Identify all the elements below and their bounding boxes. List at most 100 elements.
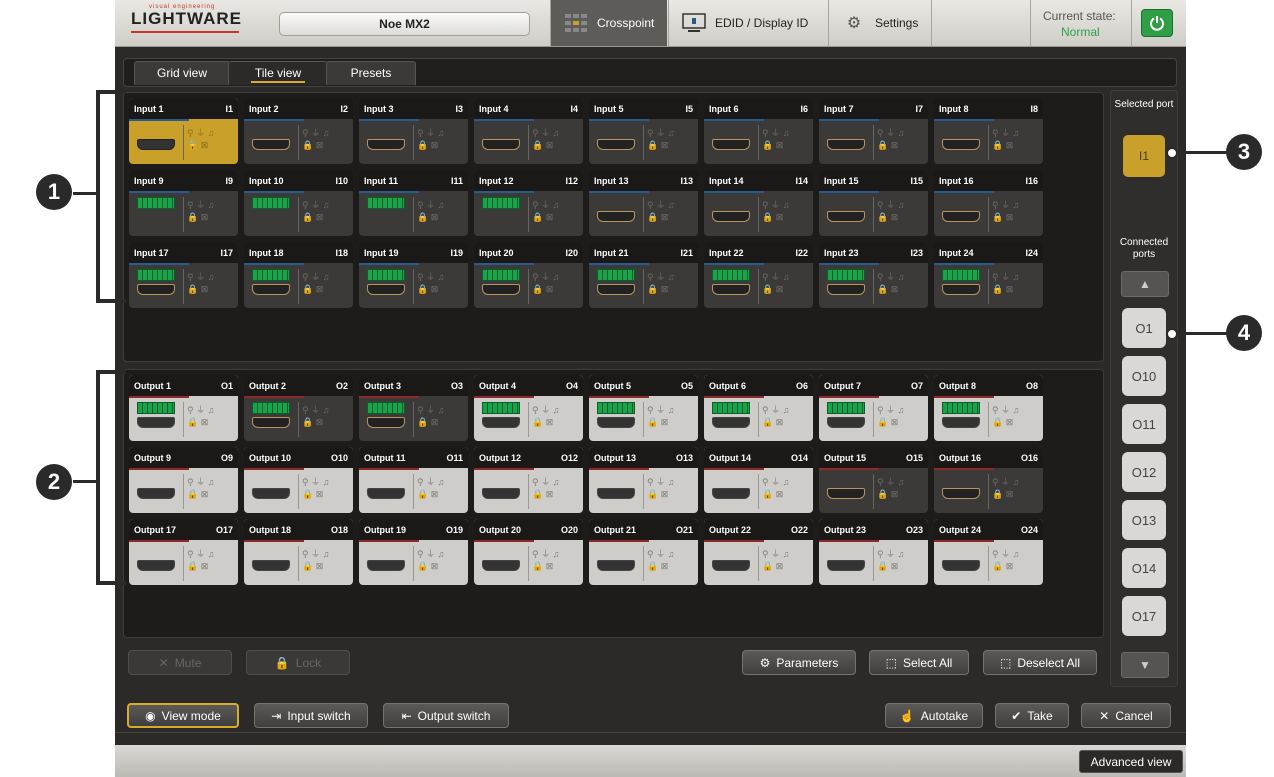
inputs-tile-i2[interactable]: Input 2 I2 ⚲ ⏚ ♫ 🔒 ⊠ xyxy=(244,98,353,164)
view-mode-button[interactable]: ◉ View mode xyxy=(127,703,239,728)
hdmi-connector-icon xyxy=(942,488,980,499)
cancel-button[interactable]: ✕ Cancel xyxy=(1081,703,1171,728)
input-switch-button[interactable]: ⇥ Input switch xyxy=(254,703,368,728)
inputs-tile-i23[interactable]: Input 23 I23 ⚲ ⏚ ♫ 🔒 ⊠ xyxy=(819,242,928,308)
signal-icon: ⚲ xyxy=(647,549,654,559)
port-id: I5 xyxy=(685,103,693,114)
outputs-tile-o9[interactable]: Output 9 O9 ⚲ ⏚ ♫ 🔒 ⊠ xyxy=(129,447,238,513)
outputs-tile-o10[interactable]: Output 10 O10 ⚲ ⏚ ♫ 🔒 ⊠ xyxy=(244,447,353,513)
mute-icon: ⊠ xyxy=(545,284,554,294)
take-button[interactable]: ✔ Take xyxy=(995,703,1069,728)
outputs-tile-o23[interactable]: Output 23 O23 ⚲ ⏚ ♫ 🔒 ⊠ xyxy=(819,519,928,585)
output-switch-button[interactable]: ⇤ Output switch xyxy=(383,703,509,728)
parameters-button[interactable]: ⚙ Parameters xyxy=(742,650,856,675)
inputs-tile-i8[interactable]: Input 8 I8 ⚲ ⏚ ♫ 🔒 ⊠ xyxy=(934,98,1043,164)
lock-icon: 🔒 xyxy=(647,284,659,294)
inputs-panel: Input 1 I1 ⚲ ⏚ ♫ 🔒 ⊠ Input 2 I2 ⚲ ⏚ ♫ 🔒 ⊠ Input … xyxy=(123,92,1104,362)
inputs-tile-i13[interactable]: Input 13 I13 ⚲ ⏚ ♫ 🔒 ⊠ xyxy=(589,170,698,236)
nav-settings[interactable]: ⚙ Settings xyxy=(828,0,930,46)
eye-icon: ◉ xyxy=(145,708,156,723)
connected-port-o17[interactable]: O17 xyxy=(1122,596,1166,636)
port-id: I2 xyxy=(340,103,348,114)
signal-icon: ⚲ xyxy=(877,272,884,282)
outputs-tile-o17[interactable]: Output 17 O17 ⚲ ⏚ ♫ 🔒 ⊠ xyxy=(129,519,238,585)
status-icons: ⚲ ⏚ ♫ 🔒 ⊠ xyxy=(762,476,810,508)
tab-presets[interactable]: Presets xyxy=(326,61,416,85)
outputs-tile-o21[interactable]: Output 21 O21 ⚲ ⏚ ♫ 🔒 ⊠ xyxy=(589,519,698,585)
power-plug-icon: ⏚ xyxy=(656,272,666,282)
outputs-tile-o14[interactable]: Output 14 O14 ⚲ ⏚ ♫ 🔒 ⊠ xyxy=(704,447,813,513)
connected-port-o10[interactable]: O10 xyxy=(1122,356,1166,396)
mute-icon: ⊠ xyxy=(1005,212,1014,222)
inputs-tile-i22[interactable]: Input 22 I22 ⚲ ⏚ ♫ 🔒 ⊠ xyxy=(704,242,813,308)
outputs-tile-o22[interactable]: Output 22 O22 ⚲ ⏚ ♫ 🔒 ⊠ xyxy=(704,519,813,585)
port-id: O16 xyxy=(1020,452,1038,463)
outputs-tile-o1[interactable]: Output 1 O1 ⚲ ⏚ ♫ 🔒 ⊠ xyxy=(129,375,238,441)
inputs-tile-i24[interactable]: Input 24 I24 ⚲ ⏚ ♫ 🔒 ⊠ xyxy=(934,242,1043,308)
inputs-tile-i6[interactable]: Input 6 I6 ⚲ ⏚ ♫ 🔒 ⊠ xyxy=(704,98,813,164)
connected-port-o11[interactable]: O11 xyxy=(1122,404,1166,444)
port-label: Input 19 xyxy=(364,247,399,258)
select-all-button[interactable]: ⬚ Select All xyxy=(869,650,969,675)
outputs-tile-o18[interactable]: Output 18 O18 ⚲ ⏚ ♫ 🔒 ⊠ xyxy=(244,519,353,585)
advanced-view-button[interactable]: Advanced view xyxy=(1079,750,1183,773)
inputs-tile-i21[interactable]: Input 21 I21 ⚲ ⏚ ♫ 🔒 ⊠ xyxy=(589,242,698,308)
outputs-tile-o19[interactable]: Output 19 O19 ⚲ ⏚ ♫ 🔒 ⊠ xyxy=(359,519,468,585)
tile-header: Input 10 I10 xyxy=(244,170,353,191)
tab-grid-view[interactable]: Grid view xyxy=(134,61,230,85)
tile-header: Input 9 I9 xyxy=(129,170,238,191)
inputs-tile-i18[interactable]: Input 18 I18 ⚲ ⏚ ♫ 🔒 ⊠ xyxy=(244,242,353,308)
outputs-tile-o24[interactable]: Output 24 O24 ⚲ ⏚ ♫ 🔒 ⊠ xyxy=(934,519,1043,585)
inputs-tile-i5[interactable]: Input 5 I5 ⚲ ⏚ ♫ 🔒 ⊠ xyxy=(589,98,698,164)
outputs-tile-o5[interactable]: Output 5 O5 ⚲ ⏚ ♫ 🔒 ⊠ xyxy=(589,375,698,441)
outputs-tile-o16[interactable]: Output 16 O16 ⚲ ⏚ ♫ 🔒 ⊠ xyxy=(934,447,1043,513)
outputs-tile-o6[interactable]: Output 6 O6 ⚲ ⏚ ♫ 🔒 ⊠ xyxy=(704,375,813,441)
status-icons: ⚲ ⏚ ♫ 🔒 ⊠ xyxy=(532,548,580,580)
outputs-tile-o7[interactable]: Output 7 O7 ⚲ ⏚ ♫ 🔒 ⊠ xyxy=(819,375,928,441)
inputs-tile-i12[interactable]: Input 12 I12 ⚲ ⏚ ♫ 🔒 ⊠ xyxy=(474,170,583,236)
outputs-tile-o15[interactable]: Output 15 O15 ⚲ ⏚ ♫ 🔒 ⊠ xyxy=(819,447,928,513)
outputs-tile-o2[interactable]: Output 2 O2 ⚲ ⏚ ♫ 🔒 ⊠ xyxy=(244,375,353,441)
device-name-field[interactable]: Noe MX2 xyxy=(279,12,530,36)
outputs-tile-o8[interactable]: Output 8 O8 ⚲ ⏚ ♫ 🔒 ⊠ xyxy=(934,375,1043,441)
outputs-tile-o20[interactable]: Output 20 O20 ⚲ ⏚ ♫ 🔒 ⊠ xyxy=(474,519,583,585)
power-plug-icon: ⏚ xyxy=(196,128,206,138)
inputs-tile-i17[interactable]: Input 17 I17 ⚲ ⏚ ♫ 🔒 ⊠ xyxy=(129,242,238,308)
connected-port-o13[interactable]: O13 xyxy=(1122,500,1166,540)
inputs-tile-i19[interactable]: Input 19 I19 ⚲ ⏚ ♫ 🔒 ⊠ xyxy=(359,242,468,308)
outputs-tile-o12[interactable]: Output 12 O12 ⚲ ⏚ ♫ 🔒 ⊠ xyxy=(474,447,583,513)
scroll-up-button[interactable]: ▲ xyxy=(1121,271,1169,297)
inputs-tile-i11[interactable]: Input 11 I11 ⚲ ⏚ ♫ 🔒 ⊠ xyxy=(359,170,468,236)
autotake-button[interactable]: ☝ Autotake xyxy=(885,703,983,728)
nav-crosspoint[interactable]: Crosspoint xyxy=(550,0,667,46)
outputs-tile-o11[interactable]: Output 11 O11 ⚲ ⏚ ♫ 🔒 ⊠ xyxy=(359,447,468,513)
inputs-tile-i9[interactable]: Input 9 I9 ⚲ ⏚ ♫ 🔒 ⊠ xyxy=(129,170,238,236)
scroll-down-button[interactable]: ▼ xyxy=(1121,652,1169,678)
inputs-tile-i7[interactable]: Input 7 I7 ⚲ ⏚ ♫ 🔒 ⊠ xyxy=(819,98,928,164)
inputs-tile-i10[interactable]: Input 10 I10 ⚲ ⏚ ♫ 🔒 ⊠ xyxy=(244,170,353,236)
port-label: Output 7 xyxy=(824,380,861,391)
nav-edid[interactable]: EDID / Display ID xyxy=(668,0,827,46)
status-icons: ⚲ ⏚ ♫ 🔒 ⊠ xyxy=(647,476,695,508)
port-label: Output 1 xyxy=(134,380,171,391)
deselect-all-button[interactable]: ⬚ Deselect All xyxy=(983,650,1097,675)
outputs-tile-o13[interactable]: Output 13 O13 ⚲ ⏚ ♫ 🔒 ⊠ xyxy=(589,447,698,513)
power-plug-icon: ⏚ xyxy=(426,405,436,415)
lock-button[interactable]: 🔒 Lock xyxy=(246,650,350,675)
inputs-tile-i15[interactable]: Input 15 I15 ⚲ ⏚ ♫ 🔒 ⊠ xyxy=(819,170,928,236)
inputs-tile-i4[interactable]: Input 4 I4 ⚲ ⏚ ♫ 🔒 ⊠ xyxy=(474,98,583,164)
inputs-tile-i16[interactable]: Input 16 I16 ⚲ ⏚ ♫ 🔒 ⊠ xyxy=(934,170,1043,236)
outputs-tile-o3[interactable]: Output 3 O3 ⚲ ⏚ ♫ 🔒 ⊠ xyxy=(359,375,468,441)
power-button[interactable] xyxy=(1141,9,1173,37)
connected-port-o12[interactable]: O12 xyxy=(1122,452,1166,492)
inputs-tile-i20[interactable]: Input 20 I20 ⚲ ⏚ ♫ 🔒 ⊠ xyxy=(474,242,583,308)
inputs-tile-i1[interactable]: Input 1 I1 ⚲ ⏚ ♫ 🔒 ⊠ xyxy=(129,98,238,164)
inputs-tile-i14[interactable]: Input 14 I14 ⚲ ⏚ ♫ 🔒 ⊠ xyxy=(704,170,813,236)
connected-port-o1[interactable]: O1 xyxy=(1122,308,1166,348)
outputs-tile-o4[interactable]: Output 4 O4 ⚲ ⏚ ♫ 🔒 ⊠ xyxy=(474,375,583,441)
connected-port-o14[interactable]: O14 xyxy=(1122,548,1166,588)
mute-button[interactable]: ✕ Mute xyxy=(128,650,232,675)
tab-tile-view[interactable]: Tile view xyxy=(228,61,328,85)
inputs-tile-i3[interactable]: Input 3 I3 ⚲ ⏚ ♫ 🔒 ⊠ xyxy=(359,98,468,164)
hdmi-connector-icon xyxy=(252,488,290,499)
